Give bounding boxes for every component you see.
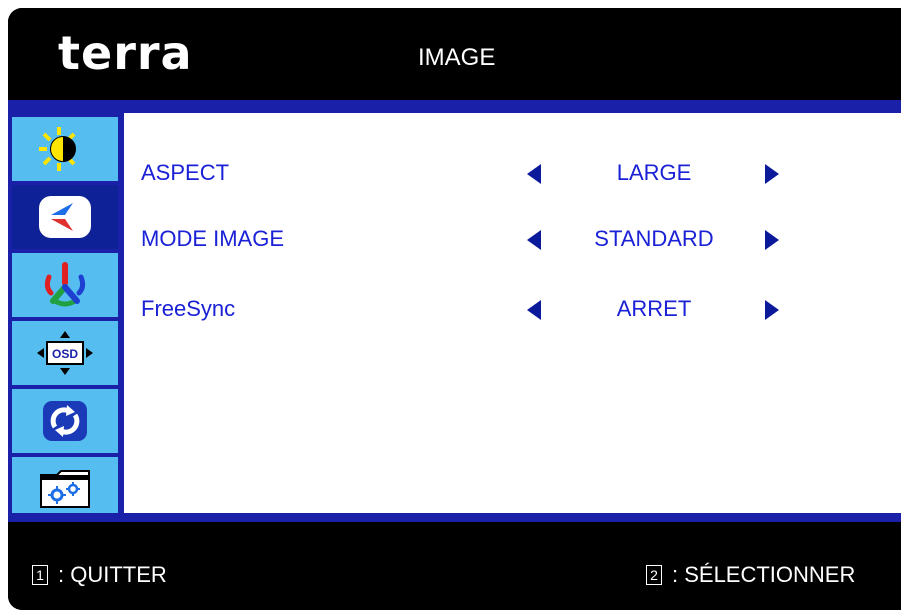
key-1-icon: 1	[32, 565, 48, 585]
arrow-left-icon[interactable]	[527, 230, 541, 250]
svg-text:OSD: OSD	[52, 347, 78, 361]
select-label: : SÉLECTIONNER	[672, 562, 856, 587]
arrow-left-icon[interactable]	[527, 164, 541, 184]
setting-row-mode-image[interactable]: MODE IMAGE STANDARD	[124, 219, 901, 259]
reset-icon	[43, 401, 87, 441]
setting-label: ASPECT	[141, 160, 230, 185]
arrow-right-icon[interactable]	[765, 164, 779, 184]
setting-row-freesync[interactable]: FreeSync ARRET	[124, 289, 901, 329]
osd-settings-icon: OSD	[37, 331, 93, 375]
tab-reset[interactable]	[12, 389, 118, 453]
other-settings-icon	[40, 470, 90, 508]
tab-osd-settings[interactable]: OSD	[12, 321, 118, 385]
brand-logo: terra	[58, 26, 193, 80]
category-sidebar: OSD	[8, 113, 124, 521]
arrow-right-icon[interactable]	[765, 230, 779, 250]
tab-image[interactable]	[12, 185, 118, 249]
brightness-contrast-icon	[39, 127, 76, 171]
arrow-left-icon[interactable]	[527, 300, 541, 320]
setting-value: STANDARD	[594, 226, 714, 251]
footer-divider	[8, 513, 901, 522]
key-2-icon: 2	[646, 565, 662, 585]
quit-label: : QUITTER	[58, 562, 167, 587]
settings-panel: ASPECT LARGE MODE IMAGE STANDARD FreeSyn…	[124, 113, 901, 513]
setting-row-aspect[interactable]: ASPECT LARGE	[124, 153, 901, 193]
header-divider	[8, 100, 901, 113]
select-hint[interactable]: 2 : SÉLECTIONNER	[646, 564, 855, 586]
image-icon	[39, 196, 91, 238]
tab-other-settings[interactable]	[12, 457, 118, 521]
osd-header: terra IMAGE	[8, 8, 901, 100]
setting-label: MODE IMAGE	[141, 226, 285, 251]
arrow-right-icon[interactable]	[765, 300, 779, 320]
osd-footer: 1 : QUITTER 2 : SÉLECTIONNER	[8, 522, 901, 610]
setting-value: ARRET	[616, 296, 692, 321]
color-icon	[44, 262, 86, 307]
osd-menu: terra IMAGE OSD ASPECT LARGE MODE IMAGE …	[8, 8, 901, 610]
setting-value: LARGE	[616, 160, 692, 185]
tab-color[interactable]	[12, 253, 118, 317]
setting-label: FreeSync	[141, 296, 236, 321]
tab-brightness-contrast[interactable]	[12, 117, 118, 181]
quit-hint[interactable]: 1 : QUITTER	[32, 564, 167, 586]
menu-title: IMAGE	[418, 44, 496, 71]
